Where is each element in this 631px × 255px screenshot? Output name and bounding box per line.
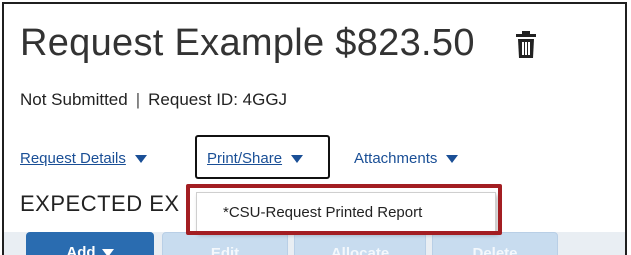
chevron-down-icon [101, 249, 114, 255]
tab-print-share-label: Print/Share [207, 150, 283, 167]
add-button-label: Add [66, 244, 96, 255]
add-button[interactable]: Add [26, 232, 154, 255]
tab-print-share[interactable]: Print/Share [207, 150, 304, 167]
meta-separator: | [135, 90, 141, 109]
delete-button[interactable]: Delete [432, 232, 558, 255]
tab-attachments-label: Attachments [354, 150, 438, 167]
edit-button[interactable]: Edit [162, 232, 288, 255]
request-meta: Not Submitted | Request ID: 4GGJ [20, 90, 287, 110]
status-text: Not Submitted [20, 90, 128, 109]
tab-request-details[interactable]: Request Details [20, 150, 147, 167]
chevron-down-icon [291, 154, 304, 163]
tab-request-details-label: Request Details [20, 150, 126, 167]
highlight-box [186, 184, 502, 235]
trash-icon[interactable] [515, 31, 537, 59]
section-title: EXPECTED EX [20, 191, 180, 216]
chevron-down-icon [134, 154, 147, 163]
request-panel: Request Example $823.50 Not Submitted | Re… [2, 2, 627, 255]
allocate-button[interactable]: Allocate [294, 232, 426, 255]
page-title: Request Example $823.50 [20, 22, 475, 64]
request-id: Request ID: 4GGJ [148, 90, 288, 109]
tab-attachments[interactable]: Attachments [354, 150, 459, 167]
chevron-down-icon [446, 154, 459, 163]
